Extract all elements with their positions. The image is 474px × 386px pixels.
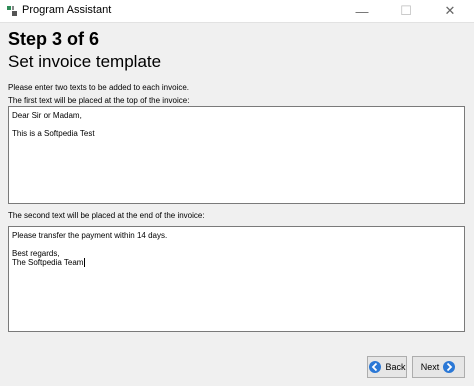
back-arrow-icon — [369, 361, 382, 373]
window-title: Program Assistant — [22, 4, 112, 16]
next-arrow-icon — [443, 361, 456, 373]
second-text-content: Please transfer the payment within 14 da… — [12, 231, 168, 267]
text-caret — [84, 258, 86, 267]
maximize-button[interactable]: ☐ — [384, 0, 428, 22]
close-button[interactable]: ✕ — [428, 0, 472, 22]
wrench-gear-icon — [7, 6, 17, 16]
intro-label: Please enter two texts to be added to ea… — [8, 83, 190, 92]
first-text-label: The first text will be placed at the top… — [8, 96, 190, 105]
next-button-label: Next — [420, 362, 440, 372]
back-button-label: Back — [385, 362, 406, 372]
first-text-area[interactable]: Dear Sir or Madam, This is a Softpedia T… — [8, 106, 465, 204]
step-indicator: Step 3 of 6 — [8, 29, 100, 49]
second-text-area[interactable]: Please transfer the payment within 14 da… — [8, 226, 465, 332]
first-text-content: Dear Sir or Madam, This is a Softpedia T… — [12, 111, 95, 138]
minimize-button[interactable]: — — [340, 0, 384, 22]
back-button[interactable]: Back — [367, 356, 407, 378]
title-bar: Program Assistant — ☐ ✕ — [0, 0, 474, 23]
next-button[interactable]: Next — [412, 356, 465, 378]
second-text-label: The second text will be placed at the en… — [8, 211, 205, 220]
page-title: Set invoice template — [8, 52, 162, 71]
